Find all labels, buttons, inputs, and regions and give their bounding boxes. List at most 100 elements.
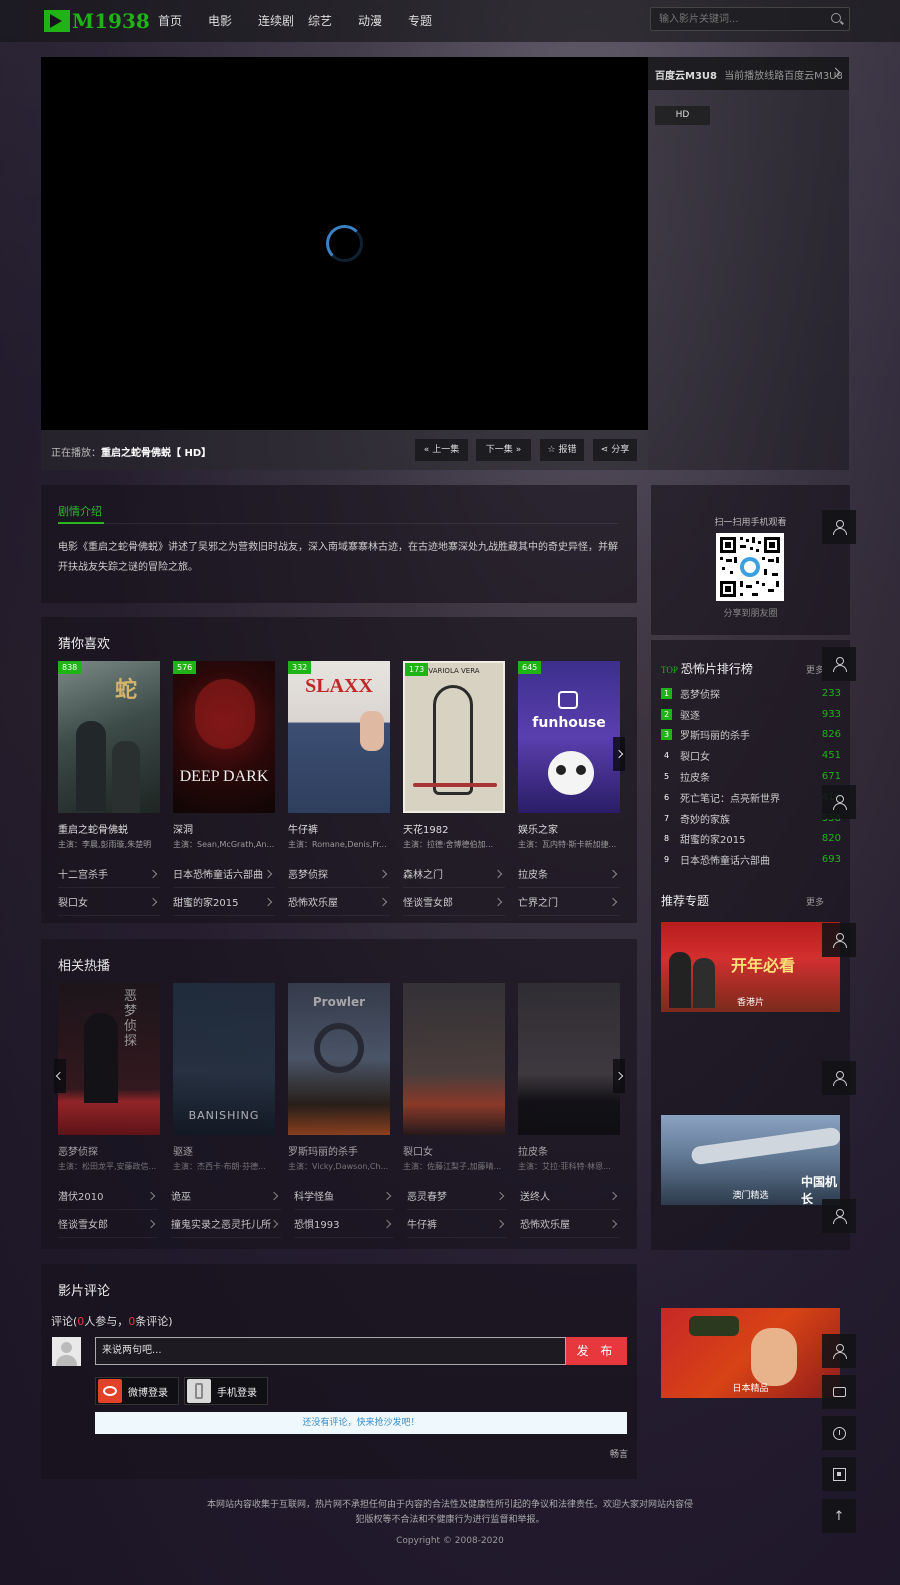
related-link[interactable]: 怪谈雪女郎: [58, 1210, 158, 1238]
float-user-button[interactable]: [822, 1199, 856, 1233]
carousel-next-button[interactable]: [613, 1059, 625, 1093]
next-episode-button[interactable]: 下一集»: [476, 439, 531, 461]
weibo-login-button[interactable]: 微博登录: [95, 1377, 179, 1405]
ranking-item[interactable]: 8 甜蜜的家2015 820: [661, 829, 841, 850]
card-title[interactable]: 罗斯玛丽的杀手: [288, 1143, 390, 1158]
float-message-button[interactable]: [822, 1375, 856, 1409]
nav-anime[interactable]: 动漫: [358, 0, 408, 42]
related-link[interactable]: 牛仔裤: [407, 1210, 507, 1238]
ranking-item[interactable]: 6死亡笔记：点亮新世界410: [661, 787, 841, 808]
nav-home[interactable]: 首页: [158, 0, 208, 42]
card-title[interactable]: 牛仔裤: [288, 821, 390, 836]
poster-image[interactable]: Prowler: [288, 983, 390, 1135]
related-link[interactable]: 恶灵春梦: [407, 1182, 507, 1210]
topic-card[interactable]: 中国机长 澳门精选: [661, 1115, 840, 1205]
movie-card[interactable]: 裂口女 主演：佐藤江梨子,加藤晴...: [403, 983, 505, 1172]
share-button[interactable]: ⋖ 分享: [593, 439, 637, 461]
poster-image[interactable]: DEEP DARK 576: [173, 661, 275, 813]
related-link[interactable]: 恐怖欢乐屋: [520, 1210, 620, 1238]
float-user-button[interactable]: [822, 647, 856, 681]
related-link[interactable]: 科学怪鱼: [294, 1182, 394, 1210]
ranking-item[interactable]: 5 拉皮条 671: [661, 766, 841, 787]
poster-image[interactable]: 恶梦侦探: [58, 983, 160, 1135]
float-user-button[interactable]: [822, 510, 856, 544]
rank-number: 3: [661, 729, 672, 741]
movie-card[interactable]: BANISHING 驱逐 主演：杰西卡·布朗·芬德...: [173, 983, 275, 1172]
float-user-button[interactable]: [822, 923, 856, 957]
poster-image[interactable]: funhouse 645: [518, 661, 620, 813]
guess-link[interactable]: 甜蜜的家2015: [173, 888, 275, 916]
card-title[interactable]: 驱逐: [173, 1143, 275, 1158]
poster-image[interactable]: 蛇 838: [58, 661, 160, 813]
search-input[interactable]: [651, 8, 821, 30]
float-qrcode-button[interactable]: [822, 1457, 856, 1491]
related-link[interactable]: 诡巫: [171, 1182, 281, 1210]
movie-card[interactable]: 拉皮条 主演：艾拉·菲科特·林恩...: [518, 983, 620, 1172]
float-user-button[interactable]: [822, 1334, 856, 1368]
guess-link[interactable]: 十二宫杀手: [58, 860, 160, 888]
carousel-next-button[interactable]: [613, 737, 625, 771]
card-title[interactable]: 拉皮条: [518, 1143, 620, 1158]
movie-card[interactable]: 恶梦侦探 恶梦侦探 主演：松田龙平,安藤政信...: [58, 983, 160, 1172]
float-user-button[interactable]: [822, 1061, 856, 1095]
card-title[interactable]: 重启之蛇骨佛蜕: [58, 821, 160, 836]
ranking-item[interactable]: 9 日本恐怖童话六部曲 693: [661, 849, 841, 870]
prev-episode-button[interactable]: «上一集: [415, 439, 468, 461]
movie-card[interactable]: funhouse 645 娱乐之家 主演：瓦内特·斯卡新加捷...: [518, 661, 620, 850]
movie-card[interactable]: Prowler 罗斯玛丽的杀手 主演：Vicky,Dawson,Ch...: [288, 983, 390, 1172]
poster-image[interactable]: BANISHING: [173, 983, 275, 1135]
float-user-button[interactable]: [822, 785, 856, 819]
movie-card[interactable]: SLAXX 332 牛仔裤 主演：Romane,Denis,Fr...: [288, 661, 390, 850]
report-button[interactable]: ☆ 报错: [540, 439, 584, 461]
source-selector[interactable]: 百度云M3U8 当前播放线路百度云M3U8: [648, 57, 849, 90]
nav-series[interactable]: 连续剧: [258, 0, 308, 42]
comment-input[interactable]: 来说两句吧...: [95, 1337, 566, 1365]
nav-movie[interactable]: 电影: [208, 0, 258, 42]
guess-link[interactable]: 亡界之门: [518, 888, 620, 916]
poster-image[interactable]: [518, 983, 620, 1135]
changyan-link[interactable]: 畅言: [610, 1447, 628, 1460]
guess-link[interactable]: 恐怖欢乐屋: [288, 888, 390, 916]
related-link[interactable]: 撞鬼实录之恶灵托儿所: [171, 1210, 281, 1238]
phone-login-label: 手机登录: [217, 1387, 257, 1399]
guess-link[interactable]: 恶梦侦探: [288, 860, 390, 888]
episode-button[interactable]: HD: [655, 106, 710, 125]
ranking-item[interactable]: 4 裂口女 451: [661, 745, 841, 766]
site-logo[interactable]: M1938: [44, 8, 150, 34]
guess-link[interactable]: 森林之门: [403, 860, 505, 888]
guess-link[interactable]: 怪谈雪女郎: [403, 888, 505, 916]
publish-button[interactable]: 发 布: [566, 1337, 627, 1365]
card-title[interactable]: 娱乐之家: [518, 821, 620, 836]
card-title[interactable]: 裂口女: [403, 1143, 505, 1158]
poster-image[interactable]: [403, 983, 505, 1135]
ranking-item[interactable]: 3 罗斯玛丽的杀手 826: [661, 725, 841, 746]
topic-card[interactable]: 开年必看 香港片: [661, 922, 840, 1012]
movie-card[interactable]: VARIOLA VERA 173 天花1982 主演：拉德·舍博德伯加...: [403, 661, 505, 850]
poster-image[interactable]: VARIOLA VERA 173: [403, 661, 505, 813]
search-icon[interactable]: [831, 13, 841, 23]
topic-card[interactable]: 日本精品: [661, 1308, 840, 1398]
nav-topics[interactable]: 专题: [408, 0, 458, 42]
movie-card[interactable]: 蛇 838 重启之蛇骨佛蜕 主演：李晨,彭雨璇,朱楚明: [58, 661, 160, 850]
card-title[interactable]: 天花1982: [403, 821, 505, 836]
related-link[interactable]: 送终人: [520, 1182, 620, 1210]
nav-variety[interactable]: 综艺: [308, 0, 358, 42]
tab-intro[interactable]: 剧情介绍: [58, 503, 102, 519]
guess-link[interactable]: 裂口女: [58, 888, 160, 916]
related-link[interactable]: 恐惧1993: [294, 1210, 394, 1238]
card-title[interactable]: 深洞: [173, 821, 275, 836]
poster-image[interactable]: SLAXX 332: [288, 661, 390, 813]
ranking-item[interactable]: 2 驱逐 933: [661, 704, 841, 725]
video-player[interactable]: [41, 57, 648, 430]
card-title[interactable]: 恶梦侦探: [58, 1143, 160, 1158]
ranking-item[interactable]: 7奇妙的家族558: [661, 808, 841, 829]
phone-login-button[interactable]: 手机登录: [184, 1377, 268, 1405]
topics-more-link[interactable]: 更多: [806, 895, 824, 908]
carousel-prev-button[interactable]: [54, 1059, 66, 1093]
guess-link[interactable]: 拉皮条: [518, 860, 620, 888]
ranking-item[interactable]: 1 恶梦侦探 233: [661, 683, 841, 704]
movie-card[interactable]: DEEP DARK 576 深洞 主演：Sean,McGrath,An...: [173, 661, 275, 850]
guess-link[interactable]: 日本恐怖童话六部曲: [173, 860, 275, 888]
float-history-button[interactable]: [822, 1416, 856, 1450]
related-link[interactable]: 潜伏2010: [58, 1182, 158, 1210]
